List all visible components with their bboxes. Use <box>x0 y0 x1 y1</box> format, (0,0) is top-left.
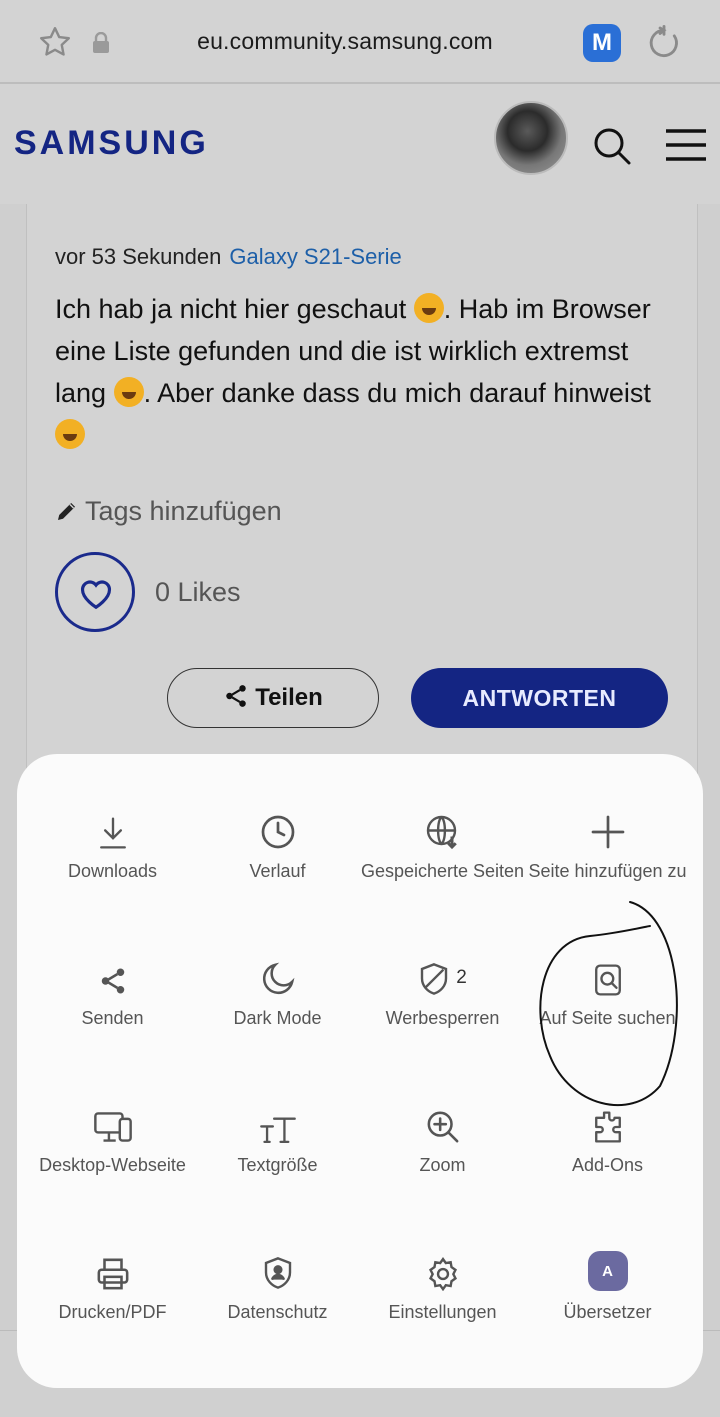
menu-label: Einstellungen <box>388 1302 497 1322</box>
menu-item-find-in-page[interactable]: Auf Seite suchen <box>525 957 690 1030</box>
desktop-icon <box>93 1112 132 1142</box>
menu-label: Seite hinzufügen zu <box>528 861 687 881</box>
puzzle-icon <box>594 1111 621 1143</box>
shield-icon <box>421 963 448 995</box>
privacy-shield-icon <box>264 1257 291 1289</box>
adblock-count-badge: 2 <box>456 966 467 988</box>
menu-item-add-ons[interactable]: Add-Ons <box>525 1104 690 1177</box>
menu-label: Add-Ons <box>571 1155 644 1175</box>
share-icon <box>101 968 124 994</box>
menu-label: Textgröße <box>237 1155 318 1175</box>
post-body: Ich hab ja nicht hier geschaut . Hab im … <box>55 288 675 456</box>
extension-m-icon[interactable]: M <box>583 24 621 62</box>
moon-icon <box>262 962 294 995</box>
download-icon <box>99 817 126 849</box>
menu-item-settings[interactable]: Einstellungen <box>360 1251 525 1324</box>
menu-label: Verlauf <box>249 861 306 881</box>
url-field[interactable]: eu.community.samsung.com <box>140 28 550 55</box>
pencil-icon <box>55 499 79 530</box>
reply-button[interactable]: ANTWORTEN <box>411 668 668 728</box>
menu-label: Desktop-Webseite <box>39 1155 186 1175</box>
translate-icon: A <box>587 1251 628 1291</box>
menu-item-downloads[interactable]: Downloads <box>30 810 195 883</box>
samsung-logo[interactable]: SAMSUNG <box>14 124 209 163</box>
laughing-emoji-icon <box>55 419 85 449</box>
share-label: Teilen <box>255 684 323 711</box>
gear-icon <box>428 1257 457 1291</box>
menu-label: Zoom <box>419 1155 466 1175</box>
menu-item-add-page-to[interactable]: Seite hinzufügen zu <box>525 810 690 883</box>
post-text-3: . Aber danke dass du mich darauf hinweis… <box>143 378 651 408</box>
site-header: SAMSUNG <box>0 84 720 204</box>
menu-label: Auf Seite suchen <box>539 1008 676 1028</box>
bookmark-star-icon[interactable] <box>36 24 74 65</box>
menu-item-zoom[interactable]: Zoom <box>360 1104 525 1177</box>
globe-download-icon <box>426 815 457 850</box>
browser-menu-sheet: Downloads Verlauf Gespeicherte Seiten Se… <box>17 754 703 1388</box>
post-card: vor 53 Sekunden Galaxy S21-Serie Ich hab … <box>26 204 698 824</box>
reload-icon[interactable] <box>645 24 683 67</box>
menu-label: Senden <box>81 1008 144 1028</box>
menu-item-dark-mode[interactable]: Dark Mode <box>195 957 360 1030</box>
search-icon[interactable] <box>592 126 632 171</box>
menu-label: Dark Mode <box>233 1008 322 1028</box>
find-in-page-icon <box>594 964 621 996</box>
menu-item-ad-blockers[interactable]: 2 Werbesperren <box>360 957 525 1030</box>
share-button[interactable]: Teilen <box>167 668 379 728</box>
like-button[interactable] <box>55 552 135 632</box>
likes-count: 0 Likes <box>155 577 241 607</box>
laughing-emoji-icon <box>413 293 444 323</box>
zoom-icon <box>427 1111 458 1143</box>
menu-item-send[interactable]: Senden <box>30 957 195 1030</box>
laughing-emoji-icon <box>113 377 144 407</box>
text-size-icon <box>259 1117 296 1144</box>
post-time: vor 53 Sekunden <box>55 244 222 269</box>
plus-icon <box>591 815 624 849</box>
post-meta: vor 53 Sekunden Galaxy S21-Serie <box>55 244 402 270</box>
board-link[interactable]: Galaxy S21-Serie <box>229 244 401 269</box>
menu-item-text-size[interactable]: Textgröße <box>195 1104 360 1177</box>
menu-item-saved-pages[interactable]: Gespeicherte Seiten <box>360 810 525 883</box>
add-tags-link[interactable]: Tags hinzufügen <box>55 496 282 530</box>
menu-item-history[interactable]: Verlauf <box>195 810 360 883</box>
menu-item-print-pdf[interactable]: Drucken/PDF <box>30 1251 195 1324</box>
menu-item-translator[interactable]: A Übersetzer <box>525 1251 690 1324</box>
tags-label: Tags hinzufügen <box>85 496 282 526</box>
heart-icon <box>80 580 112 610</box>
menu-label: Übersetzer <box>563 1302 652 1322</box>
menu-item-desktop-site[interactable]: Desktop-Webseite <box>30 1104 195 1177</box>
printer-icon <box>97 1258 128 1290</box>
menu-label: Datenschutz <box>227 1302 328 1322</box>
menu-label: Werbesperren <box>385 1008 500 1028</box>
menu-label: Downloads <box>67 861 158 881</box>
menu-label: Gespeicherte Seiten <box>360 861 525 881</box>
lock-icon <box>91 31 111 59</box>
share-icon <box>226 685 246 707</box>
avatar[interactable] <box>494 101 568 175</box>
hamburger-menu-icon[interactable] <box>664 128 708 167</box>
browser-address-bar: eu.community.samsung.com M <box>0 0 720 84</box>
clock-icon <box>261 815 294 849</box>
menu-item-privacy[interactable]: Datenschutz <box>195 1251 360 1324</box>
menu-label: Drucken/PDF <box>58 1302 167 1322</box>
post-text-1: Ich hab ja nicht hier geschaut <box>55 294 414 324</box>
